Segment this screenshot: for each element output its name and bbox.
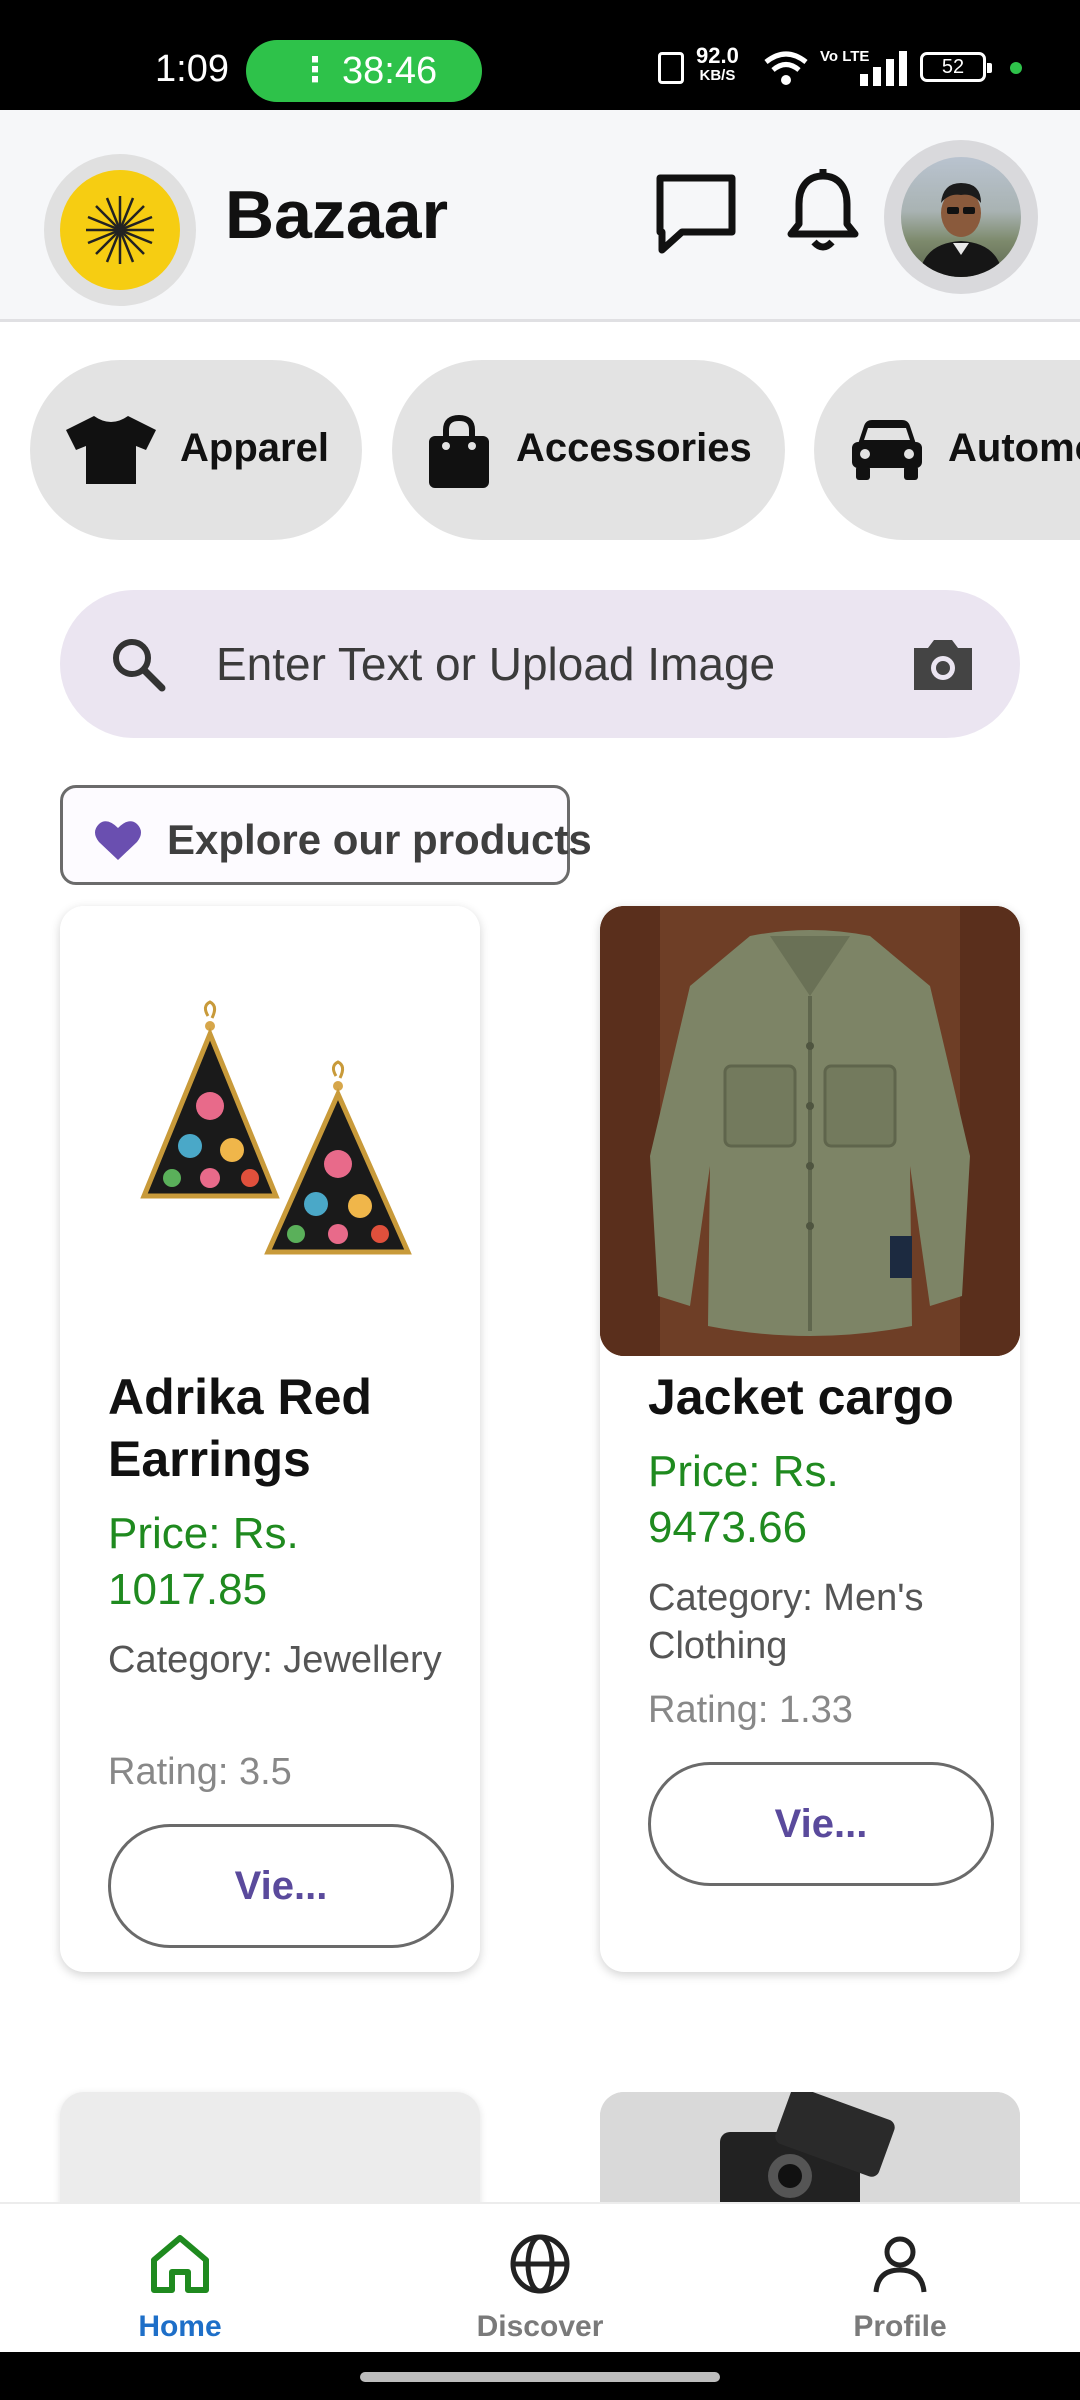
product-card[interactable]: Adrika Red Earrings Price: Rs. 1017.85 C… xyxy=(60,906,480,1972)
shopping-bag-icon xyxy=(429,414,489,488)
globe-icon xyxy=(510,2234,570,2294)
tshirt-icon xyxy=(66,416,156,484)
product-name: Adrika Red Earrings xyxy=(108,1369,372,1487)
product-rating: Rating: 1.33 xyxy=(648,1689,853,1731)
status-time: 1:09 xyxy=(155,48,229,90)
camera-icon[interactable] xyxy=(910,634,976,694)
chat-bubble-icon xyxy=(656,174,736,254)
privacy-dot-icon xyxy=(1010,62,1022,74)
product-card[interactable]: Jacket cargo Price: Rs. 9473.66 Category… xyxy=(600,906,1020,1972)
product-rating: Rating: 3.5 xyxy=(108,1751,292,1793)
car-icon xyxy=(852,420,922,480)
notifications-button[interactable] xyxy=(783,166,863,256)
network-speed: 92.0 KB/S xyxy=(696,43,739,85)
product-price: Price: Rs. 9473.66 xyxy=(648,1447,839,1552)
product-name: Jacket cargo xyxy=(648,1369,954,1425)
gesture-bar xyxy=(0,2352,1080,2400)
product-image xyxy=(600,906,1020,1356)
call-timer: 38:46 xyxy=(342,50,438,92)
chip-label-accessories: Accessories xyxy=(516,426,752,470)
nav-label-profile: Profile xyxy=(853,2310,947,2343)
search-icon[interactable] xyxy=(108,634,168,694)
view-product-button[interactable]: Vie... xyxy=(648,1762,994,1886)
explore-label: Explore our products xyxy=(167,816,592,863)
asterisk-logo-icon xyxy=(60,170,180,290)
product-price: Price: Rs. 1017.85 xyxy=(108,1509,299,1614)
person-icon xyxy=(873,2236,927,2293)
nav-label-home: Home xyxy=(138,2310,222,2343)
nav-home[interactable]: Home xyxy=(80,2204,280,2354)
app-title: Bazaar xyxy=(225,177,449,253)
product-image xyxy=(60,906,480,1356)
chip-accessories[interactable]: Accessories xyxy=(392,360,785,540)
product-category: Category: Men's Clothing xyxy=(648,1577,924,1667)
status-icons: 92.0 KB/S Vo LTE 52 xyxy=(650,40,1080,100)
explore-products-chip[interactable]: Explore our products xyxy=(60,785,592,885)
app-logo[interactable] xyxy=(44,154,196,306)
avatar xyxy=(901,157,1021,277)
nav-profile[interactable]: Profile xyxy=(800,2204,1000,2354)
profile-avatar-button[interactable] xyxy=(884,140,1038,294)
product-card[interactable] xyxy=(600,2092,1020,2212)
search-bar xyxy=(60,590,1020,738)
heart-icon xyxy=(95,821,141,860)
chip-label-apparel: Apparel xyxy=(180,426,329,470)
product-image xyxy=(600,2092,1020,2212)
call-indicator-icon: ⋮ xyxy=(298,51,332,89)
bell-icon xyxy=(787,169,859,251)
chip-apparel[interactable]: Apparel xyxy=(30,360,362,540)
bottom-navigation: Home Discover Profile xyxy=(0,2202,1080,2352)
signal-icon xyxy=(860,51,907,86)
vibrate-icon xyxy=(658,52,684,84)
battery-indicator: 52 xyxy=(920,52,992,82)
chat-button[interactable] xyxy=(652,170,740,260)
nav-label-discover: Discover xyxy=(476,2310,604,2343)
category-chips: Apparel Accessories Automo xyxy=(0,360,1080,542)
product-category: Category: Jewellery xyxy=(108,1639,442,1681)
status-bar: 1:09 ⋮ 38:46 92.0 KB/S Vo LTE 52 xyxy=(0,0,1080,110)
wifi-icon xyxy=(764,51,808,85)
app-header: Bazaar xyxy=(0,110,1080,322)
nav-discover[interactable]: Discover xyxy=(440,2204,640,2354)
home-icon xyxy=(151,2235,209,2293)
home-gesture-handle[interactable] xyxy=(360,2372,720,2382)
chip-label-automotive: Automo xyxy=(948,426,1080,470)
view-product-button[interactable]: Vie... xyxy=(108,1824,454,1948)
ongoing-call-pill[interactable]: ⋮ 38:46 xyxy=(246,40,482,102)
product-card[interactable] xyxy=(60,2092,480,2212)
chip-automotive[interactable]: Automo xyxy=(814,360,1080,540)
search-input[interactable] xyxy=(216,590,916,738)
